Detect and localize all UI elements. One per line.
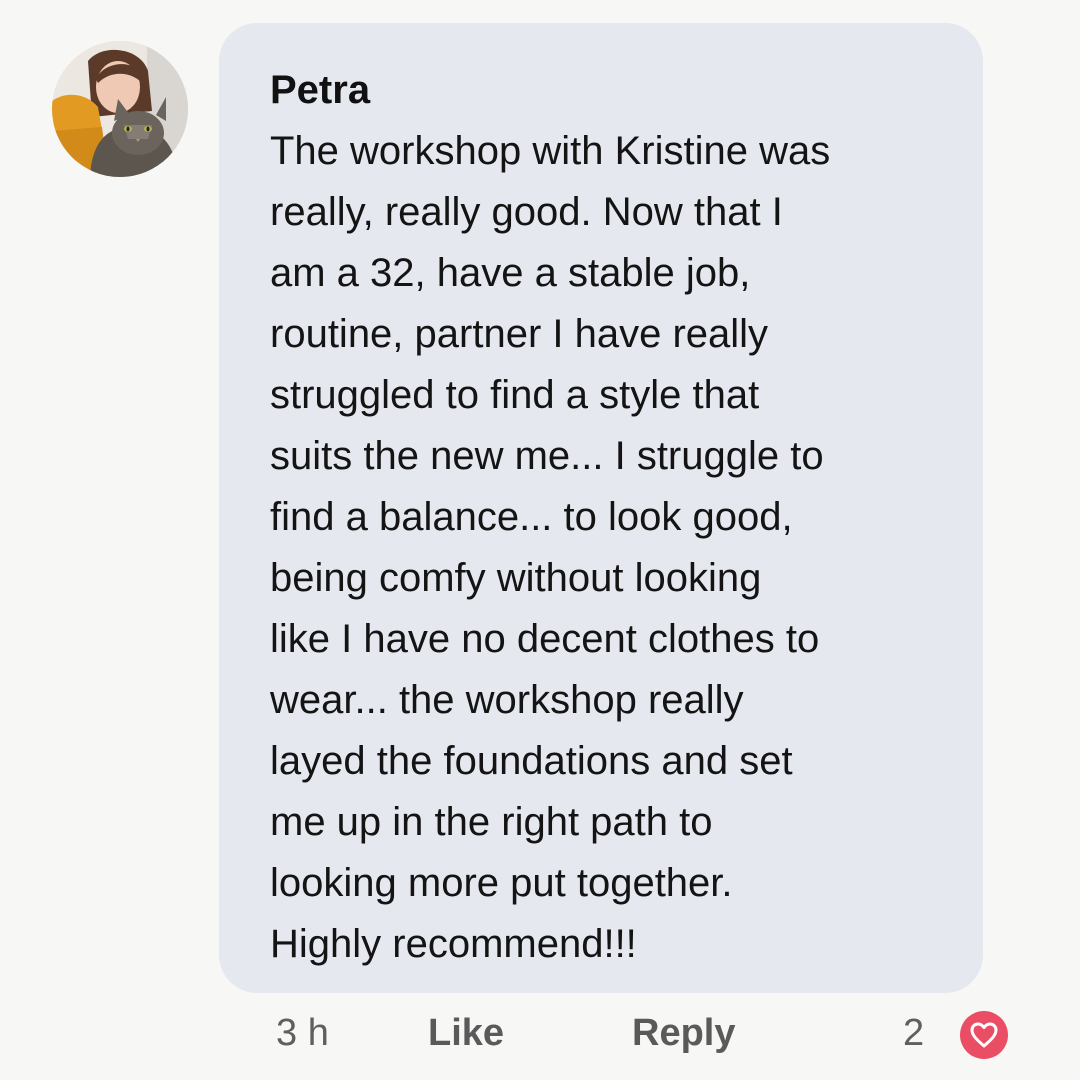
comment-line: routine, partner I have really <box>270 312 769 356</box>
comment-line: like I have no decent clothes to <box>270 617 820 661</box>
comment-line: suits the new me... I struggle to <box>270 434 824 478</box>
comment-author[interactable]: Petra <box>270 63 943 117</box>
comment-line: The workshop with Kristine was <box>270 129 831 173</box>
like-button[interactable]: Like <box>428 1008 504 1058</box>
reaction-count[interactable]: 2 <box>903 1008 924 1058</box>
reaction-badge[interactable] <box>960 1011 1008 1059</box>
comment-line: me up in the right path to <box>270 800 713 844</box>
avatar[interactable] <box>52 41 188 177</box>
comment-line: layed the foundations and set <box>270 739 793 783</box>
comment-line: looking more put together. <box>270 861 733 905</box>
comment-line: find a balance... to look good, <box>270 495 793 539</box>
comment-line: Highly recommend!!! <box>270 922 637 966</box>
comment-line: wear... the workshop really <box>270 678 744 722</box>
comment-timestamp[interactable]: 3 h <box>276 1008 329 1058</box>
heart-icon <box>970 1022 998 1048</box>
comment-line: really, really good. Now that I <box>270 190 783 234</box>
comment-line: am a 32, have a stable job, <box>270 251 751 295</box>
comment-line: being comfy without looking <box>270 556 762 600</box>
comment-bubble: Petra The workshop with Kristine was rea… <box>219 23 983 993</box>
reply-button[interactable]: Reply <box>632 1008 735 1058</box>
avatar-photo <box>52 41 188 177</box>
comment-line: struggled to find a style that <box>270 373 760 417</box>
comment-text: The workshop with Kristine was really, r… <box>270 121 943 975</box>
